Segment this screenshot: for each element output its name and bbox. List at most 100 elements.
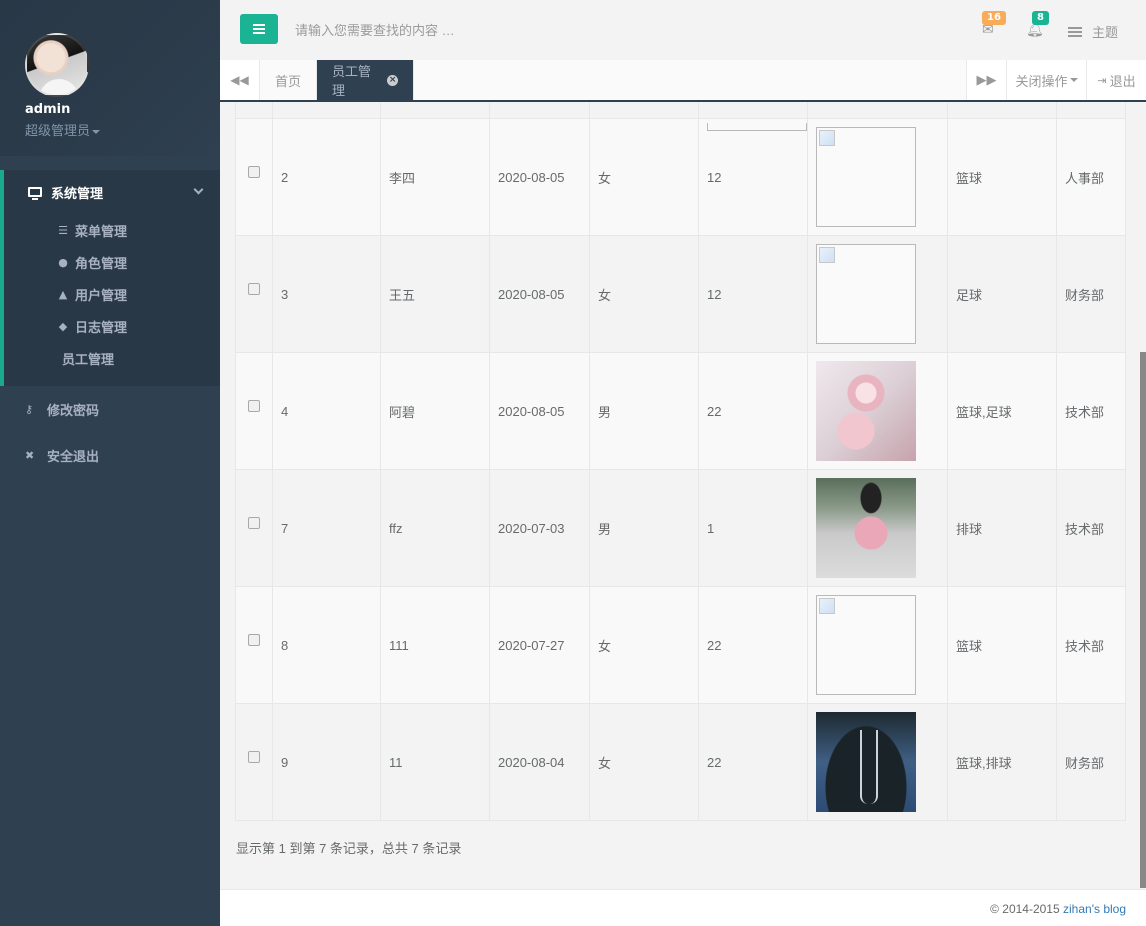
cell-hobby: 足球 bbox=[947, 235, 1057, 353]
cell-date: 2020-07-27 bbox=[489, 586, 590, 704]
sidebar-item-roles[interactable]: ● 角色管理 bbox=[4, 246, 220, 278]
cell-photo bbox=[807, 235, 948, 353]
cell-photo bbox=[807, 118, 948, 236]
cell-date-text: 2020-07-27 bbox=[498, 637, 565, 653]
desktop-icon bbox=[28, 187, 42, 200]
cell-gender: 男 bbox=[589, 352, 699, 470]
cell-name-text: 阿碧 bbox=[389, 404, 416, 420]
checkbox-cell bbox=[235, 586, 273, 704]
row-checkbox[interactable] bbox=[248, 634, 260, 646]
row-checkbox[interactable] bbox=[248, 166, 260, 178]
cell-id-text: 8 bbox=[281, 637, 289, 653]
logout-label: 退出 bbox=[1109, 74, 1136, 90]
cell-department: 技术部 bbox=[1056, 352, 1126, 470]
sidebar-item-change-password[interactable]: ⚷ 修改密码 bbox=[0, 386, 220, 432]
tabs-scroll-right-button[interactable]: ▶▶ bbox=[966, 60, 1006, 100]
table-row bbox=[235, 102, 1126, 131]
cell-id: 9 bbox=[272, 703, 381, 821]
sign-out-icon: ⇥ bbox=[1097, 73, 1107, 87]
notification-count-badge: 8 bbox=[1032, 11, 1049, 25]
cell-hobby-text: 篮球,足球 bbox=[956, 404, 1012, 420]
cell-hobby-text: 排球 bbox=[956, 521, 983, 537]
close-tab-icon[interactable]: × bbox=[387, 74, 398, 86]
table-row: 3 王五 2020-08-05 女 12 足球 财务部 bbox=[235, 235, 1126, 353]
cell-department-text: 技术部 bbox=[1065, 404, 1105, 420]
sidebar-item-system[interactable]: 系统管理 bbox=[4, 170, 220, 214]
cell-id-text: 3 bbox=[281, 286, 289, 302]
cell-date-text: 2020-08-05 bbox=[498, 286, 565, 302]
theme-button[interactable]: 主题 bbox=[1068, 22, 1118, 41]
cell-photo bbox=[807, 469, 948, 587]
cell-age-text: 1 bbox=[707, 520, 715, 536]
footer-copyright: © 2014-2015 zihan's blog bbox=[990, 902, 1126, 916]
nav-divider bbox=[0, 156, 220, 170]
cell-id: 7 bbox=[272, 469, 381, 587]
sidebar-item-label: 安全退出 bbox=[47, 449, 100, 465]
logout-button[interactable]: ⇥ 退出 bbox=[1086, 60, 1146, 100]
sidebar-item-logout[interactable]: ✖ 安全退出 bbox=[0, 432, 220, 478]
cell-hobby: 篮球 bbox=[947, 118, 1057, 236]
cell-name: 李四 bbox=[380, 118, 490, 236]
sliders-icon: ☰ bbox=[58, 223, 68, 237]
sidebar-item-label: 员工管理 bbox=[62, 352, 115, 368]
pagination-summary: 显示第 1 到第 7 条记录，总共 7 条记录 bbox=[236, 841, 462, 856]
checkbox-cell bbox=[235, 469, 273, 587]
tab-employees[interactable]: 员工管理 × bbox=[317, 60, 414, 100]
cell-hobby: 篮球 bbox=[947, 586, 1057, 704]
scrollbar[interactable] bbox=[1140, 352, 1146, 888]
cell-age: 22 bbox=[698, 352, 808, 470]
cell-gender-text: 男 bbox=[598, 521, 612, 537]
sidebar-item-label: 用户管理 bbox=[75, 288, 128, 304]
sidebar-toggle-button[interactable] bbox=[240, 14, 278, 44]
caret-down-icon bbox=[1069, 78, 1078, 82]
cell-age-text: 12 bbox=[707, 169, 722, 185]
cell-date: 2020-08-05 bbox=[489, 118, 590, 236]
cell-name-text: 111 bbox=[389, 637, 409, 653]
cell-id-text: 9 bbox=[281, 754, 289, 770]
mail-count-badge: 16 bbox=[982, 11, 1006, 25]
main-content: 2 李四 2020-08-05 女 12 篮球 人事部 3 王五 2020-08-05 女 12 足球财… bbox=[220, 102, 1146, 889]
backward-icon: ◀◀ bbox=[230, 73, 249, 87]
close-operations-dropdown[interactable]: 关闭操作 bbox=[1006, 60, 1086, 100]
tab-home[interactable]: 首页 bbox=[260, 60, 317, 100]
sidebar-item-logs[interactable]: ◆ 日志管理 bbox=[4, 310, 220, 342]
checkbox-cell bbox=[235, 703, 273, 821]
profile-role-dropdown[interactable]: 超级管理员 bbox=[25, 120, 101, 139]
row-checkbox[interactable] bbox=[248, 283, 260, 295]
top-navbar: ✉ 16 🔔︎ 8 主题 bbox=[220, 0, 1146, 60]
cell-gender: 男 bbox=[589, 469, 699, 587]
sidebar-item-employees[interactable]: 员工管理 bbox=[4, 342, 220, 374]
search-input[interactable] bbox=[295, 20, 595, 40]
cell-department-text: 财务部 bbox=[1065, 755, 1105, 771]
cell-date: 2020-08-05 bbox=[489, 352, 590, 470]
avatar[interactable] bbox=[25, 33, 89, 97]
cell-hobby-text: 篮球 bbox=[956, 638, 983, 654]
cell-date-text: 2020-08-05 bbox=[498, 169, 565, 185]
cell-id: 4 bbox=[272, 352, 381, 470]
row-checkbox[interactable] bbox=[248, 517, 260, 529]
row-checkbox[interactable] bbox=[248, 751, 260, 763]
sidebar-item-label: 角色管理 bbox=[75, 256, 128, 272]
tabs-scroll-left-button[interactable]: ◀◀ bbox=[220, 60, 260, 100]
blog-link[interactable]: zihan's blog bbox=[1063, 902, 1126, 916]
cell-name-text: 王五 bbox=[389, 287, 416, 303]
cell-date: 2020-08-04 bbox=[489, 703, 590, 821]
table-row: 2 李四 2020-08-05 女 12 篮球 人事部 bbox=[235, 118, 1126, 236]
cell-department-text: 财务部 bbox=[1065, 287, 1105, 303]
row-checkbox[interactable] bbox=[248, 400, 260, 412]
sidebar-item-menu[interactable]: ☰ 菜单管理 bbox=[4, 214, 220, 246]
cell-department: 财务部 bbox=[1056, 703, 1126, 821]
cell-date-text: 2020-08-04 bbox=[498, 754, 565, 770]
cell-gender: 女 bbox=[589, 703, 699, 821]
cell-hobby-text: 篮球 bbox=[956, 170, 983, 186]
cell-name-text: 11 bbox=[389, 754, 403, 770]
cell-id: 8 bbox=[272, 586, 381, 704]
cell-name: 11 bbox=[380, 703, 490, 821]
employee-photo bbox=[816, 361, 916, 461]
table-row: 9 11 2020-08-04 女 22 篮球,排球 财务部 bbox=[235, 703, 1126, 821]
cell-id-text: 2 bbox=[281, 169, 289, 185]
caret-down-icon bbox=[92, 129, 101, 134]
table-row: 8 111 2020-07-27 女 22 篮球 技术部 bbox=[235, 586, 1126, 704]
cell-department: 技术部 bbox=[1056, 586, 1126, 704]
sidebar-item-users[interactable]: ▲ 用户管理 bbox=[4, 278, 220, 310]
